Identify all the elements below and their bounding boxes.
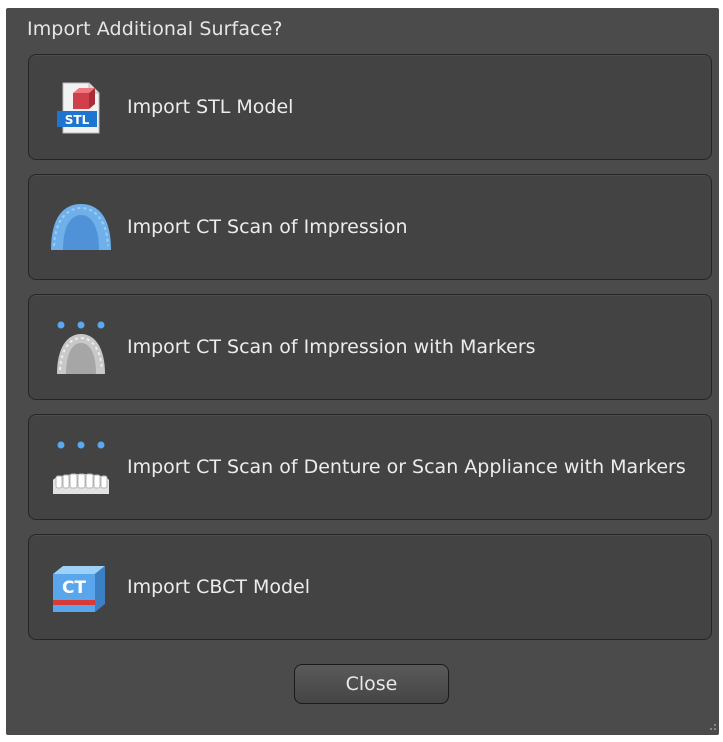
impression-markers-icon xyxy=(57,321,105,374)
import-ct-impression-button[interactable]: Import CT Scan of Impression xyxy=(28,174,712,280)
cbct-icon: CT xyxy=(53,566,105,612)
marker-dot-icon xyxy=(77,321,85,329)
marker-dot-icon xyxy=(97,441,105,449)
option-label: Import CBCT Model xyxy=(127,576,311,598)
import-ct-denture-markers-button[interactable]: Import CT Scan of Denture or Scan Applia… xyxy=(28,414,712,520)
option-label: Import CT Scan of Impression xyxy=(127,216,408,238)
option-label: Import STL Model xyxy=(127,96,294,118)
denture-markers-icon xyxy=(53,441,109,494)
import-cbct-model-button[interactable]: CT Import CBCT Model xyxy=(28,534,712,640)
close-button[interactable]: Close xyxy=(294,664,449,704)
marker-dot-icon xyxy=(77,441,85,449)
marker-dot-icon xyxy=(57,321,65,329)
dialog-title: Import Additional Surface? xyxy=(27,18,283,40)
impression-icon xyxy=(51,204,111,250)
import-ct-impression-markers-button[interactable]: Import CT Scan of Impression with Marker… xyxy=(28,294,712,400)
marker-dot-icon xyxy=(57,441,65,449)
option-label: Import CT Scan of Denture or Scan Applia… xyxy=(127,456,686,478)
option-label: Import CT Scan of Impression with Marker… xyxy=(127,336,536,358)
stl-icon-text: STL xyxy=(65,113,90,127)
stl-file-icon: STL xyxy=(57,82,100,134)
import-surface-dialog: Import Additional Surface? STL Import ST… xyxy=(6,8,719,735)
resize-grip-icon[interactable] xyxy=(709,723,717,731)
marker-dot-icon xyxy=(97,321,105,329)
cbct-icon-text: CT xyxy=(62,578,86,598)
import-stl-model-button[interactable]: STL Import STL Model xyxy=(28,54,712,160)
